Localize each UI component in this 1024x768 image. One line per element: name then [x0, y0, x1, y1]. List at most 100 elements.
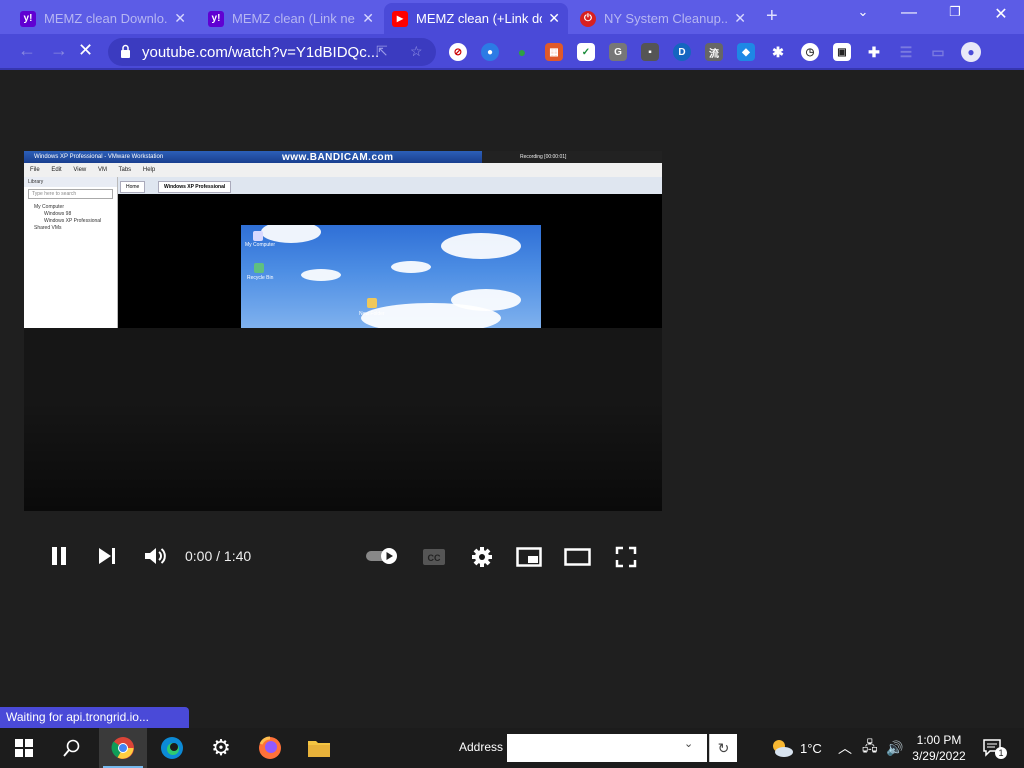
chevron-down-icon[interactable]: ⌄: [684, 737, 693, 750]
taskbar-file-explorer[interactable]: [295, 728, 343, 768]
folder-icon: [308, 741, 330, 757]
theater-mode-button[interactable]: [564, 548, 591, 566]
extension-cube-icon[interactable]: ◆: [737, 43, 755, 61]
fullscreen-button[interactable]: [615, 546, 637, 568]
extension-green-icon[interactable]: ●: [513, 43, 531, 61]
close-window-button[interactable]: ✕: [986, 4, 1016, 24]
extension-blue-circle-icon[interactable]: ●: [481, 43, 499, 61]
url-text: youtube.com/watch?v=Y1dBIDQc...: [142, 43, 380, 61]
recycle-bin-desktop-icon: [254, 263, 264, 273]
address-bar[interactable]: youtube.com/watch?v=Y1dBIDQc... ⇱ ☆: [108, 38, 436, 66]
close-tab-icon[interactable]: ✕: [734, 10, 746, 27]
vm-menu-item: Tabs: [118, 167, 132, 173]
extension-check-icon[interactable]: ✓: [577, 43, 595, 61]
weather-widget[interactable]: 1°C: [770, 728, 822, 768]
taskbar-chrome[interactable]: [99, 728, 147, 768]
network-icon[interactable]: 🖧: [862, 728, 878, 768]
vm-tab-xp: Windows XP Professional: [158, 181, 232, 193]
profile-avatar-icon[interactable]: ●: [961, 42, 981, 62]
extension-puzzle-red-icon[interactable]: ▦: [545, 43, 563, 61]
volume-icon: [145, 548, 166, 564]
taskbar-settings[interactable]: ⚙: [197, 728, 245, 768]
skip-next-icon: [99, 548, 115, 564]
speaker-icon[interactable]: 🔊: [886, 728, 903, 768]
controls-gradient: [24, 401, 662, 511]
taskbar-search-button[interactable]: [48, 728, 96, 768]
extension-clock-icon[interactable]: ◷: [801, 43, 819, 61]
bandicam-watermark: www.BANDICAM.com: [282, 152, 394, 163]
address-toolbar-label: Address: [459, 740, 504, 754]
extension-g-icon[interactable]: G: [609, 43, 627, 61]
extension-d-icon[interactable]: D: [673, 43, 691, 61]
taskbar-firefox[interactable]: [246, 728, 294, 768]
forward-arrow-icon[interactable]: →: [50, 40, 68, 61]
bookmark-star-icon[interactable]: ☆: [410, 43, 423, 60]
browser-tab-2[interactable]: y! MEMZ clean (Link ne... ✕: [200, 3, 382, 34]
tab-group-icon[interactable]: ▭: [929, 43, 947, 61]
mute-button[interactable]: [143, 545, 167, 567]
clock-date: 3/29/2022: [912, 749, 966, 763]
video-frame: Windows XP Professional - VMware Worksta…: [24, 151, 662, 328]
miniplayer-icon: [516, 547, 542, 567]
reading-list-icon[interactable]: ☰: [897, 43, 915, 61]
extensions-puzzle-icon[interactable]: ✚: [865, 43, 883, 61]
extension-save-icon[interactable]: ▣: [833, 43, 851, 61]
recording-indicator: Recording [00:00:01]: [482, 151, 662, 163]
browser-tab-1[interactable]: y! MEMZ clean Downlo... ✕: [12, 3, 194, 34]
page-content: Windows XP Professional - VMware Worksta…: [0, 70, 1024, 728]
new-tab-button[interactable]: +: [766, 5, 778, 28]
pause-icon: [52, 547, 66, 565]
close-tab-icon[interactable]: ✕: [548, 10, 560, 27]
browser-tab-4[interactable]: ⏻ NY System Cleanup... ✕: [572, 3, 754, 34]
weather-cloud-sun-icon: [773, 740, 793, 757]
tab-title: MEMZ clean (Link ne...: [232, 11, 357, 26]
back-arrow-icon[interactable]: ←: [18, 40, 36, 61]
browser-tab-3-active[interactable]: ▶ MEMZ clean (+Link do ✕: [384, 3, 568, 34]
yahoo-icon: y!: [20, 10, 36, 27]
svg-text:CC: CC: [428, 553, 441, 563]
minimize-button[interactable]: —: [894, 4, 924, 22]
autoplay-toggle[interactable]: [365, 547, 399, 565]
xp-desktop: My Computer Recycle Bin New Folder: [241, 225, 541, 328]
pause-button[interactable]: [48, 545, 70, 567]
settings-gear-icon: ⚙: [211, 735, 231, 760]
youtube-icon: ▶: [392, 10, 408, 27]
taskbar-edge[interactable]: [148, 728, 196, 768]
stop-loading-icon[interactable]: ✕: [78, 40, 93, 61]
tab-title: NY System Cleanup...: [604, 11, 729, 26]
extension-grid-icon[interactable]: ▪: [641, 43, 659, 61]
browser-toolbar: ← → ✕ youtube.com/watch?v=Y1dBIDQc... ⇱ …: [0, 34, 1024, 70]
desktop-icon-label: New Folder: [359, 311, 385, 317]
browser-tab-strip: y! MEMZ clean Downlo... ✕ y! MEMZ clean …: [0, 0, 1024, 34]
address-toolbar-input[interactable]: [507, 734, 707, 762]
extension-block-icon[interactable]: ⊘: [449, 43, 467, 61]
maximize-button[interactable]: ❐: [940, 4, 970, 20]
extension-bug-icon[interactable]: ✱: [769, 43, 787, 61]
vm-tab-strip: Home Windows XP Professional: [118, 177, 662, 194]
tab-title: MEMZ clean Downlo...: [44, 11, 169, 26]
close-tab-icon[interactable]: ✕: [362, 10, 374, 27]
next-video-button[interactable]: [96, 545, 118, 567]
notification-center-button[interactable]: 1: [983, 728, 1007, 768]
video-player[interactable]: Windows XP Professional - VMware Worksta…: [24, 151, 662, 568]
subtitles-button[interactable]: CC: [422, 548, 446, 566]
extension-kanji-icon[interactable]: 流: [705, 43, 723, 61]
weather-temperature: 1°C: [800, 740, 822, 756]
close-tab-icon[interactable]: ✕: [174, 10, 186, 27]
tab-search-icon[interactable]: ⌄: [848, 4, 878, 20]
system-clock[interactable]: 1:00 PM 3/29/2022: [905, 732, 973, 764]
vm-menu-item: File: [30, 167, 40, 173]
settings-button[interactable]: [471, 546, 493, 568]
vm-menu-bar: File Edit View VM Tabs Help: [24, 163, 662, 177]
vm-menu-item: VM: [97, 167, 107, 173]
show-hidden-icons-chevron-icon[interactable]: ︿: [838, 728, 852, 768]
fullscreen-icon: [615, 546, 637, 568]
video-time-display: 0:00 / 1:40: [185, 548, 252, 564]
start-button[interactable]: [0, 728, 48, 768]
browser-status-bubble: Waiting for api.trongrid.io...: [0, 707, 189, 728]
desktop-icon-label: My Computer: [245, 242, 276, 248]
tab-title: MEMZ clean (+Link do: [416, 11, 543, 26]
refresh-icon[interactable]: ↻: [709, 734, 737, 762]
miniplayer-button[interactable]: [516, 547, 542, 567]
share-icon[interactable]: ⇱: [376, 43, 388, 60]
